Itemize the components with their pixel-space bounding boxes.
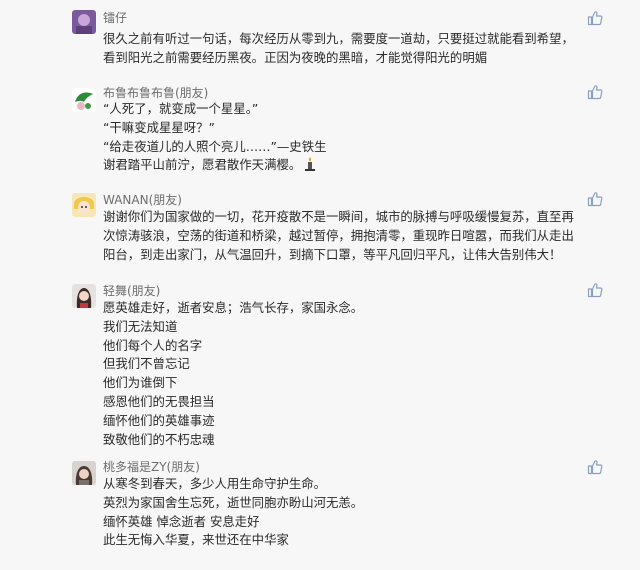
comment-text: “人死了，就变成一个星星。” “干嘛变成星星呀？” “给走夜道儿的人照个亮儿……… [103,101,327,173]
username[interactable]: WANAN(朋友) [103,191,182,208]
thumbs-up-icon[interactable] [587,459,603,475]
avatar-image [72,88,96,112]
avatar-image [72,10,96,34]
comment-text: 谢谢你们为国家做的一切，花开疫散不是一瞬间，城市的脉搏与呼吸缓慢复苏，直至再 次… [103,209,574,262]
comment-text: 很久之前有听过一句话，每次经历从零到九，需要度一道劫，只要挺过就能看到希望， 看… [103,31,574,65]
avatar-image [72,284,96,308]
avatar[interactable] [72,284,96,308]
comment-text: 从寒冬到春天，多少人用生命守护生命。 英烈为家国舍生忘死，逝世同胞亦盼山河无恙。… [103,476,364,548]
username[interactable]: 镭仔 [103,9,127,26]
avatar[interactable] [72,88,96,112]
thumbs-up-icon[interactable] [587,84,603,100]
avatar-image [72,461,96,485]
thumbs-up-icon[interactable] [587,282,603,298]
avatar[interactable] [72,193,96,217]
avatar[interactable] [72,10,96,34]
avatar[interactable] [72,461,96,485]
thumbs-up-icon[interactable] [587,191,603,207]
comment-text: 愿英雄走好，逝者安息；浩气长存，家国永念。 我们无法知道 他们每个人的名字 但我… [103,300,364,447]
thumbs-up-icon[interactable] [587,10,603,26]
username[interactable]: 布鲁布鲁布鲁(朋友) [103,84,208,101]
avatar-image [72,193,96,217]
username[interactable]: 桃多福是ZY(朋友) [103,458,200,475]
username[interactable]: 轻舞(朋友) [103,282,160,299]
candle-icon [305,157,316,172]
